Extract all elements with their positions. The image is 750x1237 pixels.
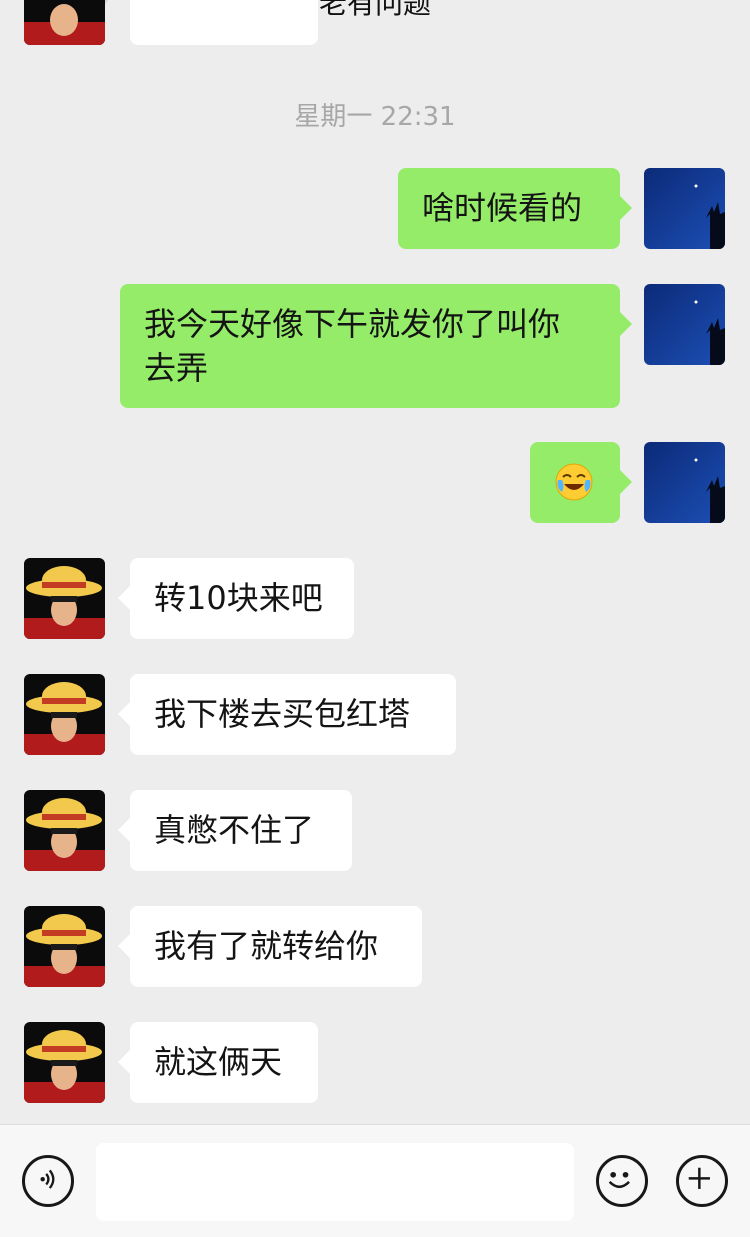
message-text: 我下楼去买包红塔	[154, 695, 411, 733]
voice-icon[interactable]	[22, 1155, 74, 1207]
my-avatar[interactable]	[644, 442, 725, 523]
other-avatar[interactable]	[24, 674, 105, 755]
straw-hat-avatar-icon	[24, 0, 105, 45]
straw-hat-avatar-icon	[24, 674, 105, 755]
emoji-button[interactable]	[596, 1155, 648, 1207]
night-sky-avatar-icon	[644, 168, 725, 249]
straw-hat-avatar-icon	[24, 790, 105, 871]
straw-hat-avatar-icon	[24, 906, 105, 987]
message-input[interactable]	[96, 1143, 574, 1221]
message-text: 我有了就转给你	[154, 927, 379, 965]
night-sky-avatar-icon	[644, 284, 725, 365]
voice-waves-icon	[40, 1169, 55, 1189]
message-bubble-sent[interactable]: 啥时候看的	[398, 168, 632, 249]
message-text-line: 去弄	[144, 349, 209, 387]
message-bubble-received[interactable]: 真憋不住了	[118, 790, 352, 871]
my-avatar[interactable]	[644, 168, 725, 249]
message-text: 啥时候看的	[422, 189, 583, 227]
face-with-tears-of-joy-icon	[555, 463, 593, 501]
chat-header: 老有问题	[0, 0, 750, 20]
other-avatar[interactable]	[24, 0, 105, 45]
straw-hat-avatar-icon	[24, 558, 105, 639]
input-bar	[0, 1124, 750, 1237]
plus-icon	[688, 1167, 710, 1189]
my-avatar[interactable]	[644, 284, 725, 365]
message-bubble-received[interactable]: 转10块来吧	[118, 558, 354, 639]
message-text-line: 我今天好像下午就发你了叫你	[144, 305, 561, 343]
chat-title: 老有问题	[318, 0, 431, 20]
other-avatar[interactable]	[24, 1022, 105, 1103]
message-bubble-partial	[130, 0, 318, 45]
message-bubble-sent[interactable]	[530, 442, 632, 523]
message-bubble-received[interactable]: 我下楼去买包红塔	[118, 674, 456, 755]
message-text: 转10块来吧	[154, 579, 323, 617]
other-avatar[interactable]	[24, 906, 105, 987]
add-button[interactable]	[676, 1155, 728, 1207]
other-avatar[interactable]	[24, 558, 105, 639]
other-avatar[interactable]	[24, 790, 105, 871]
message-text: 真憋不住了	[154, 811, 315, 849]
message-text: 就这俩天	[154, 1043, 283, 1081]
message-timestamp: 星期一 22:31	[294, 102, 456, 132]
straw-hat-avatar-icon	[24, 1022, 105, 1103]
message-bubble-received[interactable]: 我有了就转给你	[118, 906, 422, 987]
smile-icon	[608, 1171, 630, 1188]
night-sky-avatar-icon	[644, 442, 725, 523]
message-bubble-received[interactable]: 就这俩天	[118, 1022, 318, 1103]
message-bubble-sent[interactable]: 我今天好像下午就发你了叫你 去弄	[120, 284, 632, 408]
